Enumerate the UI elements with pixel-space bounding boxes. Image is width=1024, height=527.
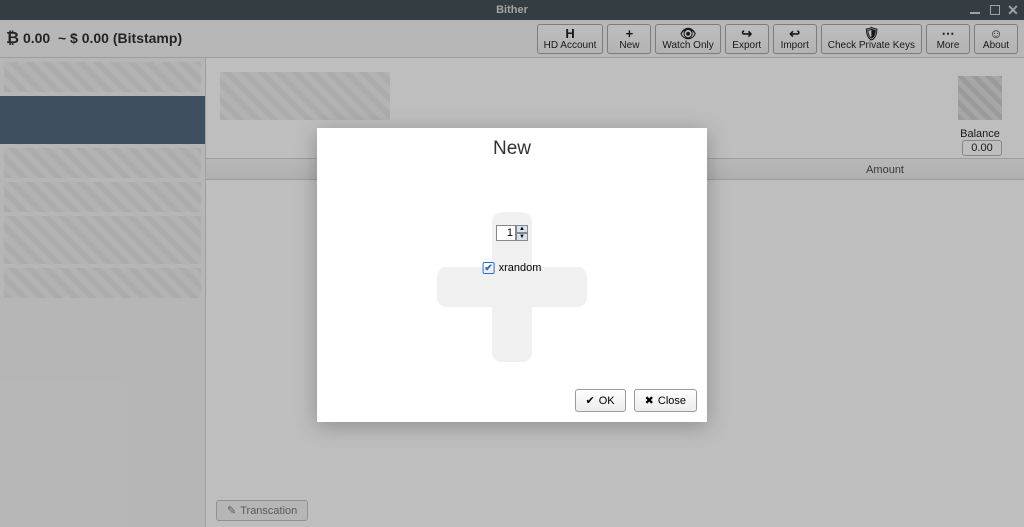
dialog-title: New [317,128,707,160]
close-button[interactable]: ✖ Close [634,389,697,412]
dialog-footer: ✔ OK ✖ Close [575,389,697,412]
ok-label: OK [599,395,615,407]
xrandom-label: xrandom [499,262,542,274]
close-icon: ✖ [645,394,654,407]
spinner-down-icon[interactable]: ▼ [516,233,528,241]
close-label: Close [658,395,686,407]
count-spinner[interactable]: ▲ ▼ [496,225,528,241]
ok-button[interactable]: ✔ OK [575,389,626,412]
spinner-up-icon[interactable]: ▲ [516,225,528,233]
check-icon: ✔ [586,394,595,407]
count-input[interactable] [496,225,516,241]
xrandom-checkbox[interactable]: ✔ [483,262,495,274]
new-dialog: New ▲ ▼ ✔ xrandom ✔ OK ✖ Close [317,128,707,422]
xrandom-row[interactable]: ✔ xrandom [483,262,542,274]
